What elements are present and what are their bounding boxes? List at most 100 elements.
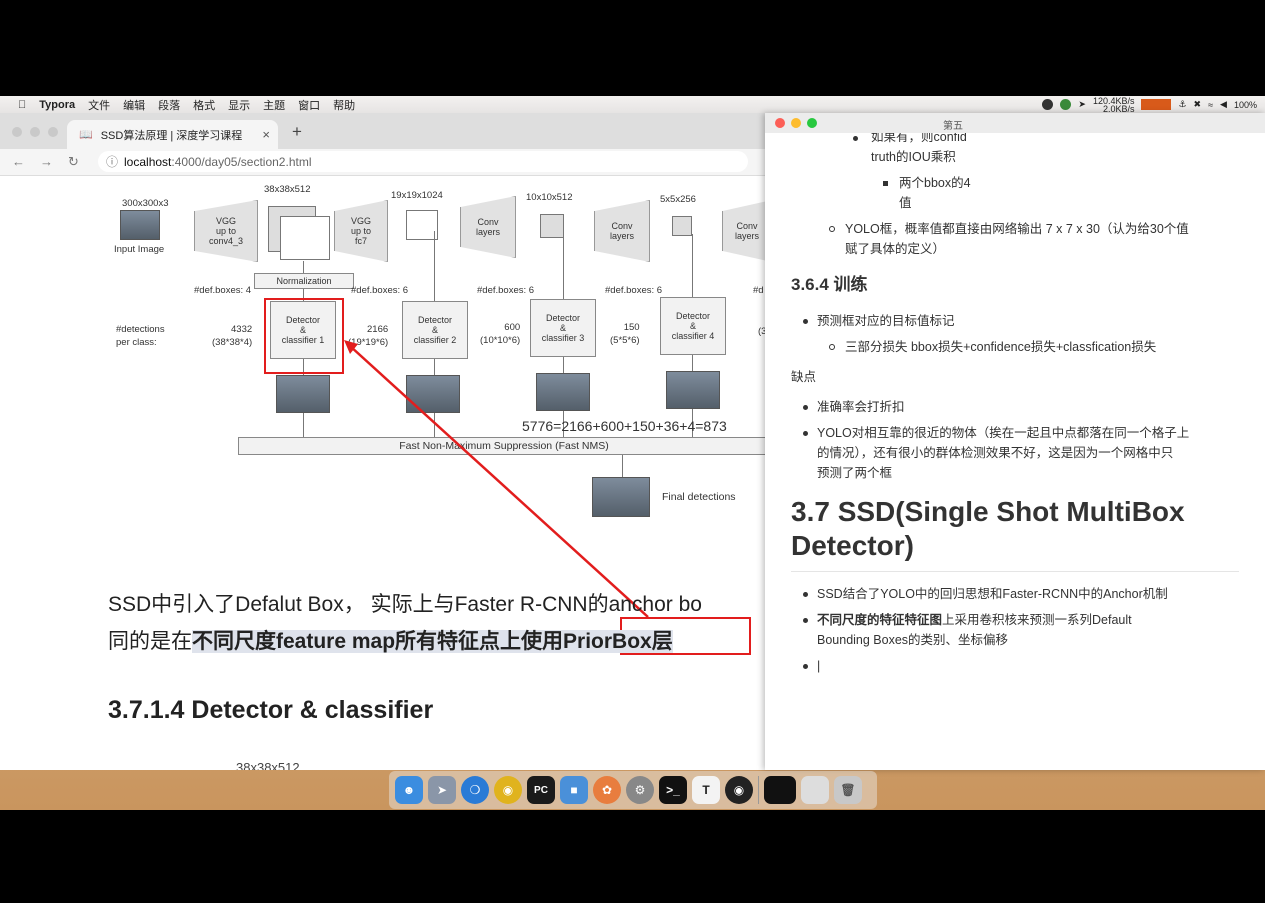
apple-menu-icon[interactable]: 	[18, 99, 26, 111]
close-window-button[interactable]	[775, 118, 785, 128]
list-item-cont: truth的IOU乘积	[871, 150, 956, 164]
bullet	[803, 618, 808, 623]
markdown-document[interactable]: 如果有，则confid truth的IOU乘积 两个bbox的4 值 YOLO框…	[765, 133, 1265, 770]
list-item-cont: 赋了具体的定义）	[845, 242, 946, 256]
bullet	[803, 319, 808, 324]
menu-help[interactable]: 帮助	[333, 97, 355, 113]
wifi-icon[interactable]: ≈	[1208, 100, 1213, 110]
menu-bar:  Typora 文件 编辑 段落 格式 显示 主题 窗口 帮助 ➤ 120.4…	[0, 96, 1265, 113]
minimize-window-button[interactable]	[30, 127, 40, 137]
chrome-icon[interactable]: ◉	[494, 776, 522, 804]
cut-off-label: 38x38x512	[236, 760, 300, 770]
browser-window: 📖 SSD算法原理 | 深度学习课程 × + ← → ↻ ⓘ localhost…	[0, 113, 790, 770]
line2-priorbox: PriorBox层	[563, 630, 673, 653]
list-item: 三部分损失 bbox损失+confidence损失+classfication损…	[845, 340, 1157, 354]
new-tab-button[interactable]: +	[292, 122, 302, 142]
url-path: :4000/day05/section2.html	[171, 154, 312, 169]
system-preferences-icon[interactable]: ⚙	[626, 776, 654, 804]
list-item: SSD结合了YOLO中的回归思想和Faster-RCNN中的Anchor机制	[817, 587, 1168, 601]
list-item: 不同尺度的特征特征图上采用卷积核来预测一系列Default	[817, 610, 1132, 630]
terminal-icon[interactable]: >_	[659, 776, 687, 804]
list-item: YOLO框，概率值都直接由网络输出 7 x 7 x 30（认为给30个值	[845, 222, 1189, 236]
bullet	[803, 664, 808, 669]
reload-icon[interactable]: ↻	[68, 154, 79, 170]
zoom-window-button[interactable]	[48, 127, 58, 137]
pycharm-icon[interactable]: PC	[527, 776, 555, 804]
list-item: YOLO对相互靠的很近的物体（挨在一起且中点都落在同一个格子上	[817, 426, 1190, 440]
menu-format[interactable]: 格式	[193, 97, 215, 113]
heading-divider	[791, 571, 1239, 572]
paragraph-defects: 缺点	[791, 370, 817, 384]
menu-window[interactable]: 窗口	[298, 97, 320, 113]
list-item-cont: 的情况），还有很小的群体检测效果不好，这是因为一个网格中只	[817, 446, 1174, 460]
tab-title: SSD算法原理 | 深度学习课程	[100, 129, 243, 142]
bullet	[829, 226, 835, 232]
tools-icon[interactable]: ✖	[1194, 99, 1202, 110]
network-speed: 120.4KB/s 2.0KB/s	[1092, 95, 1135, 114]
status-app-icon[interactable]	[1042, 99, 1054, 110]
paragraph-line-1: SSD中引入了Defalut Box， 实际上与Faster R-CNN的anc…	[108, 593, 702, 616]
tab-ssd[interactable]: 📖 SSD算法原理 | 深度学习课程 ×	[67, 120, 278, 149]
cpu-graph-icon[interactable]	[1141, 99, 1172, 110]
list-item: 准确率会打折扣	[817, 400, 905, 414]
bullet	[883, 181, 888, 186]
launchpad-icon[interactable]: ➤	[428, 776, 456, 804]
url-host: localhost	[124, 154, 172, 169]
menu-view[interactable]: 显示	[228, 97, 250, 113]
volume-icon[interactable]: ◀	[1220, 99, 1227, 110]
list-item: 预测框对应的目标值标记	[817, 314, 955, 328]
battery-level[interactable]: 100%	[1234, 100, 1257, 110]
text-cursor[interactable]: |	[817, 656, 820, 676]
heading-3-7-line1: 3.7 SSD(Single Shot MultiBox	[791, 496, 1185, 527]
tab-close-icon[interactable]: ×	[262, 127, 270, 142]
typora-titlebar: 第五	[765, 113, 1265, 133]
intro-paragraph: SSD中引入了Defalut Box， 实际上与Faster R-CNN的anc…	[108, 586, 702, 660]
menu-theme[interactable]: 主题	[263, 97, 285, 113]
list-item-cont: 预测了两个框	[817, 466, 893, 480]
list-item-cont: Bounding Boxes的类别、坐标偏移	[817, 633, 1009, 647]
preview-icon[interactable]	[801, 776, 829, 804]
window-title: 第五	[943, 121, 963, 132]
upload-status-icon[interactable]	[1060, 99, 1072, 110]
menu-edit[interactable]: 编辑	[123, 97, 145, 113]
safari-icon[interactable]: ❍	[461, 776, 489, 804]
paragraph-line-2: 同的是在不同尺度feature map所有特征点上使用PriorBox层	[108, 623, 702, 660]
book-icon: 📖	[79, 129, 93, 141]
list-item: 如果有，则confid	[871, 133, 967, 144]
app-menu[interactable]: Typora	[39, 99, 75, 111]
keynote-icon[interactable]: ■	[560, 776, 588, 804]
menu-file[interactable]: 文件	[88, 97, 110, 113]
status-area: ➤ 120.4KB/s 2.0KB/s ⚓ ✖ ≈ ◀ 100%	[1042, 96, 1265, 113]
menu-paragraph[interactable]: 段落	[158, 97, 180, 113]
dock: ☻ ➤ ❍ ◉ PC ■ ✿ ⚙ >_ T ◉ 🗑	[389, 771, 877, 809]
send-icon[interactable]: ➤	[1078, 99, 1086, 110]
finder-icon[interactable]: ☻	[395, 776, 423, 804]
bullet	[803, 431, 808, 436]
minimized-window-icon[interactable]	[764, 776, 796, 804]
list-item-cont: 值	[899, 196, 912, 210]
forward-icon[interactable]: →	[40, 154, 53, 169]
minimize-window-button[interactable]	[791, 118, 801, 128]
typora-icon[interactable]: T	[692, 776, 720, 804]
list-item: 两个bbox的4	[899, 176, 971, 190]
obs-icon[interactable]: ◉	[725, 776, 753, 804]
bullet	[803, 592, 808, 597]
annotation-arrow	[344, 340, 649, 618]
zoom-window-button[interactable]	[807, 118, 817, 128]
photos-icon[interactable]: ✿	[593, 776, 621, 804]
close-window-button[interactable]	[12, 127, 22, 137]
bullet	[853, 136, 858, 141]
info-icon[interactable]: ⓘ	[106, 153, 118, 170]
docker-icon[interactable]: ⚓	[1178, 99, 1186, 110]
dock-divider	[758, 776, 759, 804]
bold-text: 不同尺度的特征特征图	[817, 613, 943, 627]
back-icon[interactable]: ←	[12, 154, 25, 169]
trash-icon[interactable]: 🗑	[834, 776, 862, 804]
line2-highlight: 不同尺度feature map所有特征点上使用	[192, 630, 564, 653]
bullet	[803, 405, 808, 410]
address-bar: ← → ↻ ⓘ localhost:4000/day05/section2.ht…	[0, 149, 790, 176]
section-heading: 3.7.1.4 Detector & classifier	[108, 696, 434, 724]
line2-plain: 同的是在	[108, 630, 192, 653]
heading-3-7-line2: Detector)	[791, 530, 914, 561]
url-field[interactable]: ⓘ localhost:4000/day05/section2.html	[98, 151, 748, 172]
